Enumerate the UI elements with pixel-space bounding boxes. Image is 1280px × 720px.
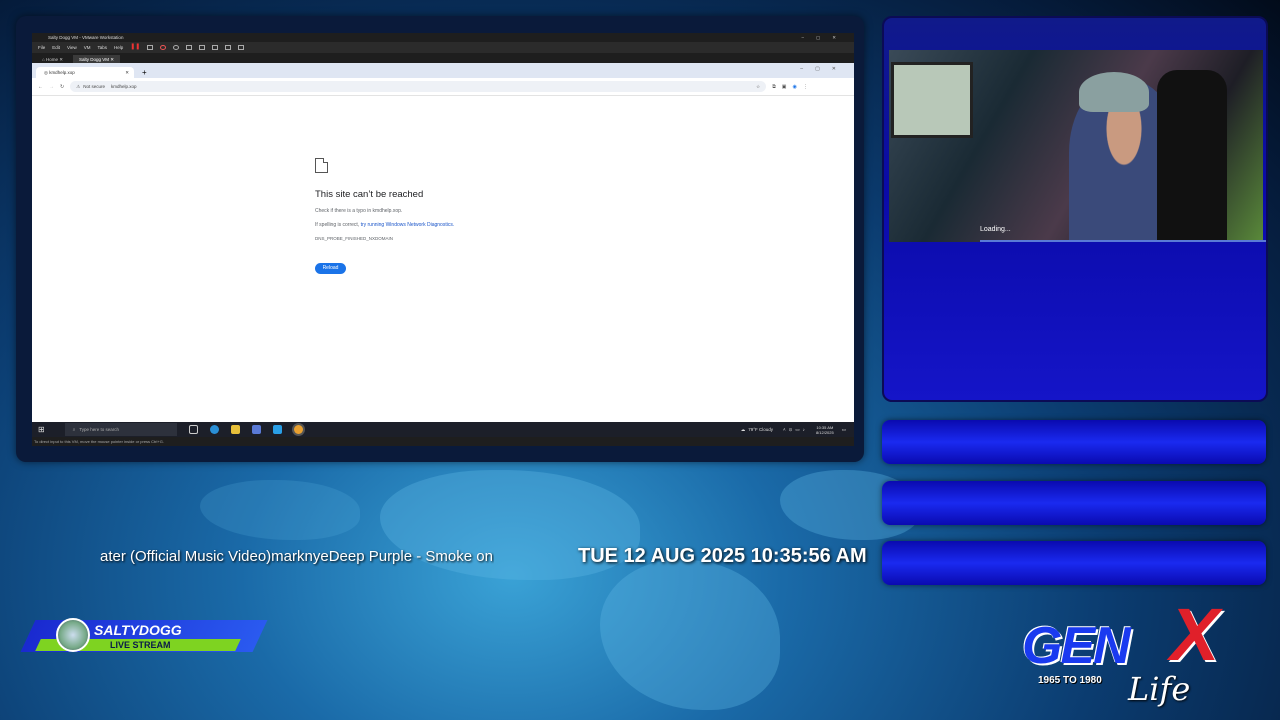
badge-subtitle: LIVE STREAM bbox=[110, 640, 171, 650]
address-bar[interactable]: ⚠ Not secure kmdhelp.xop ☆ bbox=[70, 81, 767, 92]
webcam-panel: Loading... bbox=[882, 16, 1268, 402]
world-map-decoration bbox=[600, 560, 780, 710]
weather-icon[interactable]: ☁ bbox=[741, 427, 746, 433]
back-icon[interactable]: ← bbox=[38, 84, 43, 90]
loading-text: Loading... bbox=[980, 226, 1011, 233]
extensions-icon[interactable]: ⧉ bbox=[772, 84, 776, 90]
menu-view[interactable]: View bbox=[67, 42, 77, 53]
fullscreen-icon[interactable] bbox=[199, 45, 206, 50]
browser-toolbar: ← → ↻ ⚠ Not secure kmdhelp.xop ☆ ⧉ ▣ ◉ ⋮ bbox=[32, 78, 854, 96]
menu-file[interactable]: File bbox=[38, 42, 45, 53]
error-code: DNS_PROBE_FINISHED_NXDOMAIN bbox=[315, 236, 394, 241]
logo-gen-text: GEN bbox=[1022, 617, 1131, 675]
menu-vm[interactable]: VM bbox=[84, 42, 91, 53]
vm-status-bar: To direct input to this VM, move the mou… bbox=[32, 437, 854, 446]
vmware-window[interactable]: Salty Dogg VM - VMware Workstation –▢✕ F… bbox=[32, 33, 854, 446]
stretch-icon[interactable] bbox=[238, 45, 245, 50]
gaming-chair bbox=[1157, 70, 1227, 242]
tab-home[interactable]: ⌂ Home ✕ bbox=[36, 55, 69, 63]
monitor-in-background bbox=[891, 62, 973, 138]
taskbar-search[interactable]: ⌕ Type here to search bbox=[64, 423, 177, 436]
file-explorer-icon[interactable] bbox=[230, 425, 240, 434]
windows-taskbar: ⊞ ⌕ Type here to search ☁ 79°F Cloudy ˄⊙… bbox=[32, 422, 854, 437]
webcam-feed bbox=[889, 50, 1263, 242]
unity-icon[interactable] bbox=[212, 45, 219, 50]
chrome-icon[interactable] bbox=[293, 425, 303, 434]
error-page: This site can’t be reached Check if ther… bbox=[315, 158, 454, 274]
forward-icon[interactable]: → bbox=[49, 84, 54, 90]
browser-tab[interactable]: ◎ kmdhelp.xop ✕ bbox=[36, 67, 134, 78]
loading-progress-bar bbox=[980, 240, 1266, 242]
tab-vm[interactable]: Salty Dogg VM ✕ bbox=[73, 55, 121, 63]
genx-life-logo: GEN X 1965 TO 1980 Life bbox=[1020, 593, 1240, 718]
snapshot-icon[interactable] bbox=[147, 45, 154, 50]
logo-life-text: Life bbox=[1128, 670, 1191, 708]
date-time-clock: TUE 12 AUG 2025 10:35:56 AM bbox=[578, 545, 867, 567]
address-text: kmdhelp.xop bbox=[111, 84, 137, 89]
pause-icon[interactable]: ❚❚ bbox=[130, 42, 140, 53]
more-menu-icon[interactable]: ⋮ bbox=[803, 84, 808, 90]
warning-icon: ⚠ bbox=[76, 83, 81, 89]
badge-name: SALTYDOGG bbox=[94, 622, 182, 638]
new-tab-button[interactable]: + bbox=[142, 67, 147, 78]
tray-icons[interactable]: ˄⊙▭♪ bbox=[783, 427, 808, 433]
vm-menu-bar: File Edit View VM Tabs Help ❚❚ bbox=[32, 42, 854, 53]
close-icon[interactable]: ✕ bbox=[125, 67, 129, 78]
menu-tabs[interactable]: Tabs bbox=[97, 42, 107, 53]
music-ticker: ater (Official Music Video)marknyeDeep P… bbox=[100, 548, 494, 565]
browser-tab-strip: ◎ kmdhelp.xop ✕ + –▢✕ bbox=[32, 63, 854, 78]
reload-button[interactable]: Reload bbox=[315, 263, 346, 274]
not-secure-label: Not secure bbox=[83, 84, 106, 89]
revert-icon[interactable] bbox=[160, 45, 167, 50]
logo-years-text: 1965 TO 1980 bbox=[1038, 675, 1102, 686]
refresh-icon[interactable]: ↻ bbox=[60, 84, 64, 90]
manage-snapshots-icon[interactable] bbox=[173, 45, 180, 50]
logo-x-text: X bbox=[1170, 593, 1220, 676]
start-icon[interactable]: ⊞ bbox=[38, 425, 45, 434]
taskbar-clock[interactable]: 10:35 AM 8/12/2025 bbox=[816, 425, 834, 435]
browser-window-controls[interactable]: –▢✕ bbox=[800, 66, 848, 72]
info-bar-3 bbox=[882, 541, 1266, 585]
window-controls[interactable]: –▢✕ bbox=[801, 33, 848, 42]
profile-icon[interactable]: ◉ bbox=[793, 84, 797, 90]
search-icon: ⌕ bbox=[72, 427, 76, 432]
info-bar-2 bbox=[882, 481, 1266, 525]
notifications-icon[interactable]: ▭ bbox=[842, 427, 846, 433]
bookmark-star-icon[interactable]: ☆ bbox=[756, 84, 760, 90]
badge-avatar-icon bbox=[56, 618, 90, 652]
console-icon[interactable] bbox=[225, 45, 232, 50]
error-diagnostics-hint: If spelling is correct, try running Wind… bbox=[315, 222, 455, 228]
error-typo-hint: Check if there is a typo in kmdhelp.xop. bbox=[315, 208, 403, 214]
sidebar-icon[interactable]: ▣ bbox=[782, 84, 787, 90]
streamer-badge: SALTYDOGG LIVE STREAM bbox=[20, 617, 268, 655]
broken-page-icon bbox=[315, 158, 328, 173]
info-bar-1 bbox=[882, 420, 1266, 464]
diagnostics-link[interactable]: try running Windows Network Diagnostics. bbox=[361, 222, 455, 228]
vm-window-title: Salty Dogg VM - VMware Workstation bbox=[48, 35, 124, 40]
beanie bbox=[1079, 72, 1149, 112]
menu-help[interactable]: Help bbox=[114, 42, 123, 53]
mail-icon[interactable] bbox=[272, 425, 282, 434]
weather-text[interactable]: 79°F Cloudy bbox=[748, 427, 773, 432]
view-library-icon[interactable] bbox=[186, 45, 193, 50]
edge-icon[interactable] bbox=[209, 425, 219, 434]
world-map-decoration bbox=[200, 480, 360, 540]
error-title: This site can’t be reached bbox=[315, 189, 424, 200]
vm-tab-bar: ⌂ Home ✕ Salty Dogg VM ✕ bbox=[32, 53, 854, 63]
vm-title-bar: Salty Dogg VM - VMware Workstation –▢✕ bbox=[32, 33, 854, 42]
menu-edit[interactable]: Edit bbox=[52, 42, 60, 53]
task-view-icon[interactable] bbox=[188, 425, 198, 434]
store-icon[interactable] bbox=[251, 425, 261, 434]
